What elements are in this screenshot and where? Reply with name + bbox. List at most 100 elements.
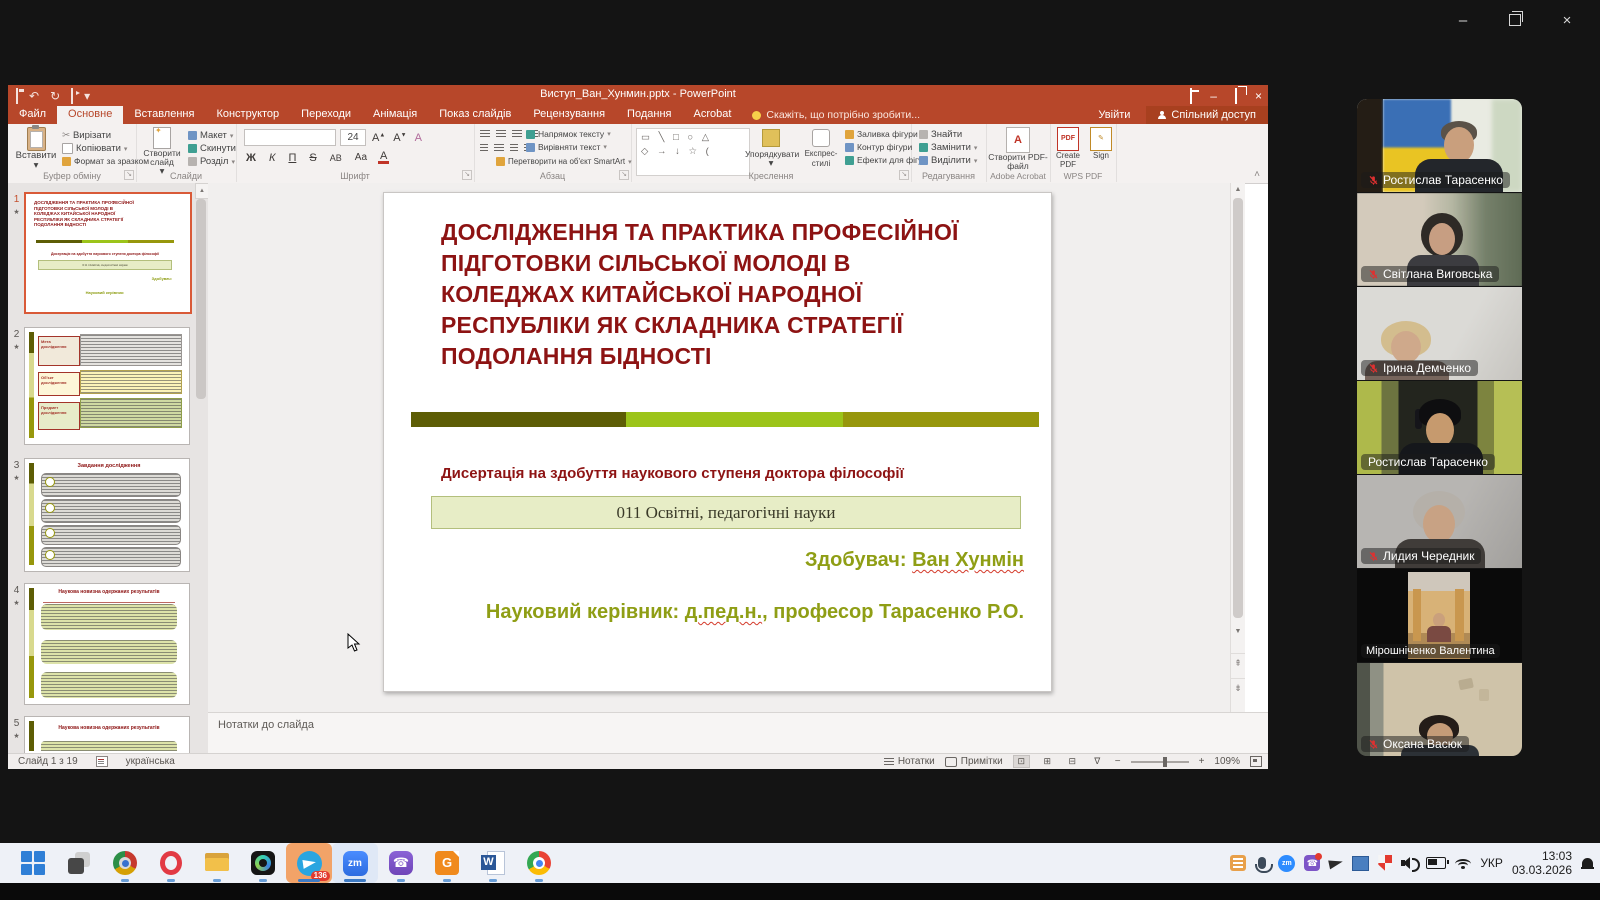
- align-center-icon[interactable]: [494, 144, 504, 152]
- create-pdf-button[interactable]: A Створити PDF-файл: [988, 127, 1048, 171]
- ribbon-display-options-icon[interactable]: [1190, 89, 1192, 103]
- thumbnail-slide-3[interactable]: Завдання дослідження: [24, 458, 190, 572]
- tab-view[interactable]: Подання: [616, 106, 682, 124]
- wifi-icon[interactable]: [1455, 857, 1471, 869]
- select-button[interactable]: Виділити▾: [919, 155, 977, 166]
- new-slide-button[interactable]: Створити слайд▾: [138, 127, 186, 177]
- notifications-bell-icon[interactable]: [1581, 857, 1594, 870]
- tab-file[interactable]: Файл: [8, 106, 57, 124]
- spell-check-icon[interactable]: [96, 756, 108, 767]
- shrink-font-button[interactable]: А▼: [391, 132, 408, 144]
- scroll-up-icon[interactable]: ▲: [195, 183, 209, 199]
- align-left-icon[interactable]: [480, 144, 488, 152]
- font-dialog-launcher[interactable]: ↘: [462, 170, 472, 180]
- taskbar-chrome-dark[interactable]: [102, 843, 148, 883]
- language-indicator[interactable]: УКР: [1480, 856, 1503, 870]
- participant-video-4-active-speaker[interactable]: Ростислав Тарасенко: [1357, 381, 1522, 474]
- ppt-close-icon[interactable]: ×: [1255, 89, 1262, 103]
- share-button[interactable]: Спільний доступ: [1146, 106, 1268, 124]
- microphone-icon[interactable]: [1258, 857, 1266, 869]
- slide-canvas[interactable]: ДОСЛІДЖЕННЯ ТА ПРАКТИКА ПРОФЕСІЙНОЇ ПІДГ…: [383, 192, 1052, 692]
- paste-button[interactable]: Вставити▾: [14, 127, 58, 171]
- animation-star-icon[interactable]: ★: [11, 208, 22, 216]
- next-slide-button[interactable]: ⇟: [1231, 678, 1245, 697]
- font-color-button[interactable]: А: [378, 151, 389, 164]
- arrange-button[interactable]: Упорядкувати▾: [745, 127, 797, 169]
- animation-star-icon[interactable]: ★: [11, 343, 22, 351]
- bold-button[interactable]: Ж: [244, 152, 258, 164]
- scrollbar-thumb[interactable]: [196, 199, 206, 399]
- italic-button[interactable]: К: [267, 152, 277, 164]
- notes-toggle[interactable]: Нотатки: [884, 756, 935, 767]
- slide-subtitle[interactable]: Дисертація на здобуття наукового ступеня…: [441, 465, 1001, 482]
- drawing-dialog-launcher[interactable]: ↘: [899, 170, 909, 180]
- restore-icon[interactable]: [1504, 14, 1526, 26]
- zoom-slider[interactable]: [1131, 761, 1189, 763]
- tell-me-box[interactable]: Скажіть, що потрібно зробити...: [742, 106, 930, 124]
- paragraph-dialog-launcher[interactable]: ↘: [619, 170, 629, 180]
- tab-animations[interactable]: Анімація: [362, 106, 428, 124]
- cut-button[interactable]: ✂Вирізати: [62, 130, 111, 141]
- fit-slide-icon[interactable]: [1250, 756, 1262, 767]
- layout-button[interactable]: Макет▾: [188, 130, 233, 141]
- minimize-icon[interactable]: –: [1452, 12, 1474, 29]
- zoom-level[interactable]: 109%: [1214, 756, 1240, 767]
- section-button[interactable]: Розділ▾: [188, 156, 235, 167]
- smartart-button[interactable]: Перетворити на об'єкт SmartArt▾: [496, 157, 632, 166]
- notes-pane[interactable]: Нотатки до слайда: [208, 712, 1268, 754]
- participant-video-6[interactable]: Мірошніченко Валентина: [1357, 569, 1522, 662]
- text-direction-button[interactable]: Напрямок тексту▾: [526, 129, 611, 139]
- align-text-button[interactable]: Вирівняти текст▾: [526, 142, 607, 152]
- scroll-down-icon[interactable]: ▼: [1231, 625, 1245, 638]
- tray-telegram-icon[interactable]: [1329, 857, 1345, 869]
- ppt-minimize-icon[interactable]: –: [1210, 89, 1217, 103]
- tab-slideshow[interactable]: Показ слайдів: [428, 106, 522, 124]
- shape-outline-button[interactable]: Контур фігури: [845, 142, 912, 152]
- tab-insert[interactable]: Вставлення: [123, 106, 205, 124]
- tab-transitions[interactable]: Переходи: [290, 106, 362, 124]
- tab-home[interactable]: Основне: [57, 106, 123, 124]
- tray-viber-icon[interactable]: ☎: [1304, 855, 1320, 871]
- animation-star-icon[interactable]: ★: [11, 474, 22, 482]
- zoom-in-button[interactable]: +: [1199, 756, 1205, 767]
- taskbar-webex[interactable]: [240, 843, 286, 883]
- reading-view-button[interactable]: ⊟: [1065, 756, 1080, 767]
- wps-sign-button[interactable]: ✎ Sign: [1088, 127, 1114, 161]
- divider-bar[interactable]: [411, 412, 1039, 427]
- taskbar-zoom[interactable]: zm: [332, 843, 378, 883]
- scroll-up-icon[interactable]: ▲: [1231, 183, 1245, 196]
- clear-formatting-button[interactable]: А: [413, 132, 424, 144]
- tab-review[interactable]: Рецензування: [522, 106, 616, 124]
- copy-button[interactable]: Копіювати▾: [62, 143, 127, 154]
- clipboard-dialog-launcher[interactable]: ↘: [124, 170, 134, 180]
- shapes-gallery[interactable]: ▭ ╲ □ ○ △ ◇ → ↓ ☆ (: [636, 128, 750, 176]
- thumbnail-slide-5[interactable]: Наукова новизна одержаних результатів: [24, 716, 190, 753]
- task-view-button[interactable]: [56, 843, 102, 883]
- font-name-input[interactable]: [244, 129, 336, 146]
- taskbar-opera[interactable]: [148, 843, 194, 883]
- participant-video-2[interactable]: Світлана Виговська: [1357, 193, 1522, 286]
- grow-font-button[interactable]: А▲: [370, 132, 387, 144]
- tray-display-icon[interactable]: [1352, 856, 1369, 871]
- underline-button[interactable]: П: [286, 152, 298, 164]
- character-spacing-button[interactable]: АВ: [328, 153, 344, 163]
- supervisor-line[interactable]: Науковий керівник: д.пед.н., професор Та…: [472, 601, 1024, 624]
- start-button[interactable]: [10, 843, 56, 883]
- collapse-ribbon-icon[interactable]: ˄: [1254, 169, 1260, 180]
- ppt-restore-icon[interactable]: [1235, 89, 1237, 103]
- slide-editing-area[interactable]: ДОСЛІДЖЕННЯ ТА ПРАКТИКА ПРОФЕСІЙНОЇ ПІДГ…: [208, 183, 1230, 712]
- slide-sorter-view-button[interactable]: ⊞: [1040, 756, 1055, 767]
- scrollbar-thumb[interactable]: [1233, 198, 1243, 618]
- animation-star-icon[interactable]: ★: [11, 732, 22, 740]
- thumbnail-slide-1[interactable]: ДОСЛІДЖЕННЯ ТА ПРАКТИКА ПРОФЕСІЙНОЇПІДГО…: [24, 192, 192, 314]
- taskbar-telegram[interactable]: 136: [286, 843, 332, 883]
- slideshow-view-button[interactable]: ∇: [1090, 756, 1105, 767]
- shape-fill-button[interactable]: Заливка фігури: [845, 129, 918, 139]
- thumbnail-slide-2[interactable]: Мета дослідження Об'єкт дослідження Пред…: [24, 327, 190, 445]
- find-button[interactable]: Знайти: [919, 129, 962, 140]
- zoom-slider-thumb[interactable]: [1163, 757, 1167, 767]
- align-right-icon[interactable]: [510, 144, 518, 152]
- battery-icon[interactable]: [1426, 857, 1446, 869]
- taskbar-chrome[interactable]: [516, 843, 562, 883]
- zoom-out-button[interactable]: −: [1115, 756, 1121, 767]
